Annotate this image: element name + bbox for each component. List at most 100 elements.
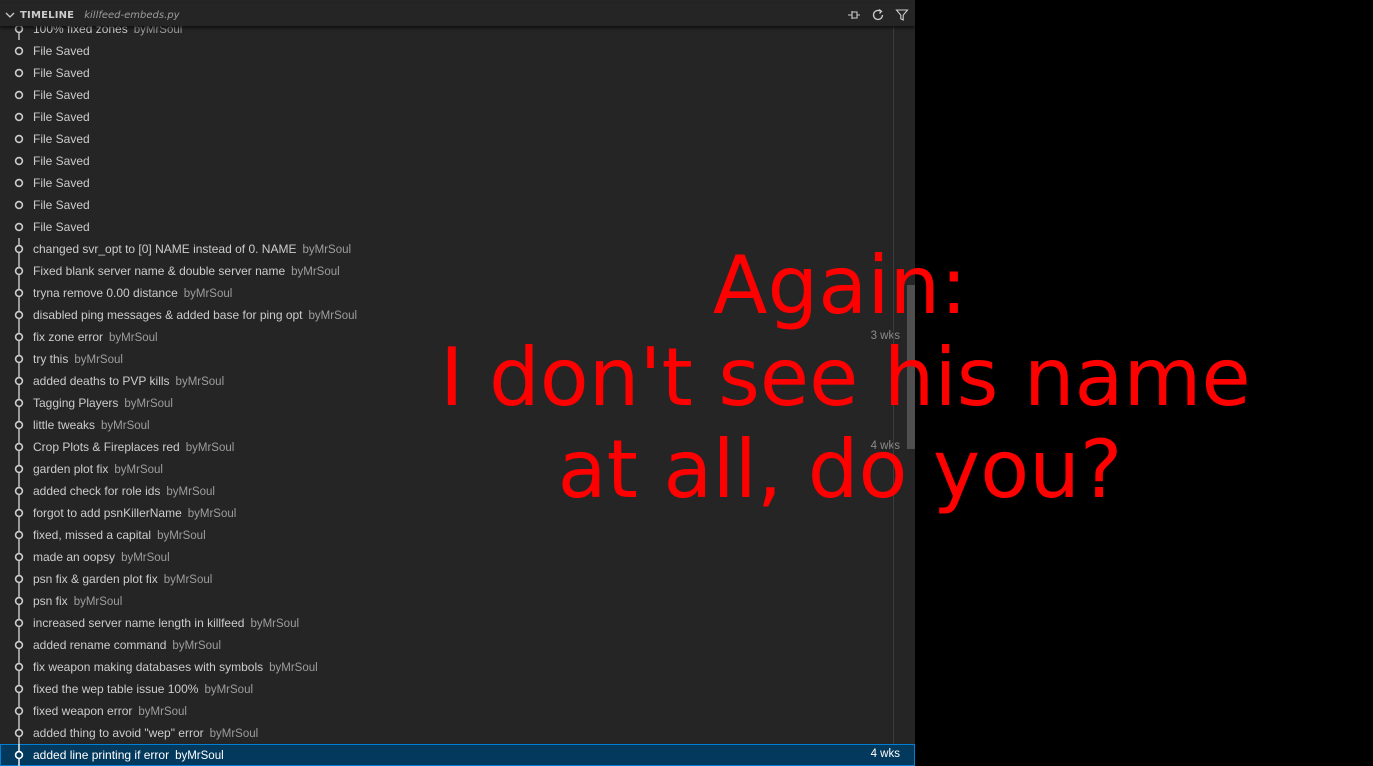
timeline-item[interactable]: psn fix & garden plot fix byMrSoul — [0, 568, 915, 590]
git-commit-icon — [14, 700, 24, 722]
timeline-item-author: byMrSoul — [291, 266, 340, 278]
git-commit-icon — [14, 612, 24, 634]
timeline-item-title: fixed weapon error — [33, 704, 133, 718]
timeline-item-title: File Saved — [33, 176, 90, 190]
timeline-item-author: byMrSoul — [73, 596, 123, 608]
timeline-item-title: little tweaks — [33, 418, 96, 432]
annotation-line: I don't see his name — [440, 331, 1251, 424]
timeline-item[interactable]: fix weapon making databases with symbols… — [0, 656, 915, 678]
git-commit-icon — [14, 326, 24, 348]
timeline-item[interactable]: added line printing if error byMrSoul 4 wk… — [0, 744, 915, 766]
timeline-item-author: byMrSoul — [163, 574, 213, 586]
timeline-item[interactable]: fixed, missed a capital byMrSoul — [0, 524, 915, 546]
annotation-line: at all, do you? — [557, 423, 1123, 516]
timeline-item-author: byMrSoul — [114, 464, 163, 476]
filter-icon[interactable] — [894, 7, 910, 23]
timeline-item-title: disabled ping messages & added base for … — [33, 308, 303, 322]
timeline-item[interactable]: made an oopsy byMrSoul — [0, 546, 915, 568]
timeline-item[interactable]: fixed the wep table issue 100% byMrSoul — [0, 678, 915, 700]
git-commit-icon — [14, 656, 24, 678]
timeline-item-title: fixed, missed a capital — [33, 528, 152, 542]
timeline-item[interactable]: fixed weapon error byMrSoul — [0, 700, 915, 722]
save-node-icon — [14, 90, 24, 100]
timeline-item-title: File Saved — [33, 88, 90, 102]
timeline-item-label: little tweaks byMrSoul — [33, 418, 150, 432]
timeline-item-title: made an oopsy — [33, 550, 116, 564]
timeline-item-title: psn fix — [33, 594, 68, 608]
timeline-item-title: try this — [33, 352, 69, 366]
timeline-item[interactable]: File Saved — [0, 172, 915, 194]
git-commit-icon — [14, 282, 24, 304]
timeline-item-label: fix zone error byMrSoul — [33, 330, 158, 344]
timeline-item-author: byMrSoul — [175, 750, 224, 762]
annotation-overlay: Again: I don't see his name at all, do y… — [440, 240, 1251, 516]
timeline-item-title: fix zone error — [33, 330, 104, 344]
timeline-item-label: Fixed blank server name & double server … — [33, 264, 340, 278]
timeline-item[interactable]: added rename command byMrSoul — [0, 634, 915, 656]
timeline-item-author: byMrSoul — [204, 684, 254, 696]
timeline-item-label: garden plot fix byMrSoul — [33, 462, 163, 476]
timeline-item-label: forgot to add psnKillerName byMrSoul — [33, 506, 236, 520]
timeline-item-author: byMrSoul — [124, 398, 173, 410]
timeline-item-title: File Saved — [33, 154, 90, 168]
timeline-item[interactable]: increased server name length in killfeed… — [0, 612, 915, 634]
git-commit-icon — [14, 304, 24, 326]
git-commit-icon — [14, 370, 24, 392]
timeline-item[interactable]: psn fix byMrSoul — [0, 590, 915, 612]
git-commit-icon — [14, 238, 24, 260]
git-commit-icon — [14, 260, 24, 282]
timeline-header[interactable]: TIMELINE killfeed-embeds.py — [0, 4, 915, 26]
timeline-item[interactable]: File Saved — [0, 40, 915, 62]
git-commit-icon — [14, 436, 24, 458]
timeline-item[interactable]: File Saved — [0, 84, 915, 106]
timeline-item-label: File Saved — [33, 176, 90, 190]
timeline-item-author: byMrSoul — [101, 420, 150, 432]
timeline-item-author: byMrSoul — [157, 530, 206, 542]
timeline-item-author: byMrSoul — [250, 618, 300, 630]
git-commit-icon — [14, 480, 24, 502]
timeline-item-label: increased server name length in killfeed… — [33, 616, 299, 630]
chevron-down-icon[interactable] — [4, 9, 16, 21]
save-node-icon — [14, 112, 24, 122]
timeline-item[interactable]: File Saved — [0, 216, 915, 238]
timeline-item-title: File Saved — [33, 198, 90, 212]
timeline-item[interactable]: File Saved — [0, 62, 915, 84]
save-node-icon — [14, 200, 24, 210]
timeline-item-label: added deaths to PVP kills byMrSoul — [33, 374, 224, 388]
timeline-item[interactable]: File Saved — [0, 150, 915, 172]
timeline-item-title: fix weapon making databases with symbols — [33, 660, 264, 674]
git-commit-icon — [14, 634, 24, 656]
refresh-icon[interactable] — [870, 7, 886, 23]
timeline-item-title: tryna remove 0.00 distance — [33, 286, 178, 300]
timeline-item-label: psn fix & garden plot fix byMrSoul — [33, 572, 212, 586]
timeline-item-title: added rename command — [33, 638, 167, 652]
pin-icon[interactable] — [846, 7, 862, 23]
timeline-item-label: File Saved — [33, 220, 90, 234]
timeline-item-author: byMrSoul — [183, 288, 233, 300]
timeline-item-author: byMrSoul — [269, 662, 318, 674]
timeline-item-label: File Saved — [33, 198, 90, 212]
git-commit-icon — [14, 392, 24, 414]
timeline-item-label: File Saved — [33, 66, 90, 80]
timeline-item[interactable]: File Saved — [0, 194, 915, 216]
timeline-item-label: fixed, missed a capital byMrSoul — [33, 528, 206, 542]
timeline-item[interactable]: File Saved — [0, 128, 915, 150]
git-commit-icon — [14, 744, 24, 766]
save-node-icon — [14, 134, 24, 144]
timeline-item-title: File Saved — [33, 132, 90, 146]
timeline-actions — [846, 7, 910, 23]
timeline-item-label: File Saved — [33, 88, 90, 102]
timeline-item-title: added thing to avoid "wep" error — [33, 726, 204, 740]
git-commit-icon — [14, 502, 24, 524]
timeline-item-label: added rename command byMrSoul — [33, 638, 221, 652]
timeline-item-label: added check for role ids byMrSoul — [33, 484, 215, 498]
timeline-item-author: byMrSoul — [302, 244, 352, 256]
timeline-file-name: killfeed-embeds.py — [84, 9, 180, 21]
timeline-item[interactable]: added thing to avoid "wep" error byMrSoul — [0, 722, 915, 744]
timeline-item-label: File Saved — [33, 154, 90, 168]
git-commit-icon — [14, 590, 24, 612]
save-node-icon — [14, 156, 24, 166]
timeline-item-label: File Saved — [33, 132, 90, 146]
timeline-item-label: File Saved — [33, 110, 90, 124]
timeline-item[interactable]: File Saved — [0, 106, 915, 128]
